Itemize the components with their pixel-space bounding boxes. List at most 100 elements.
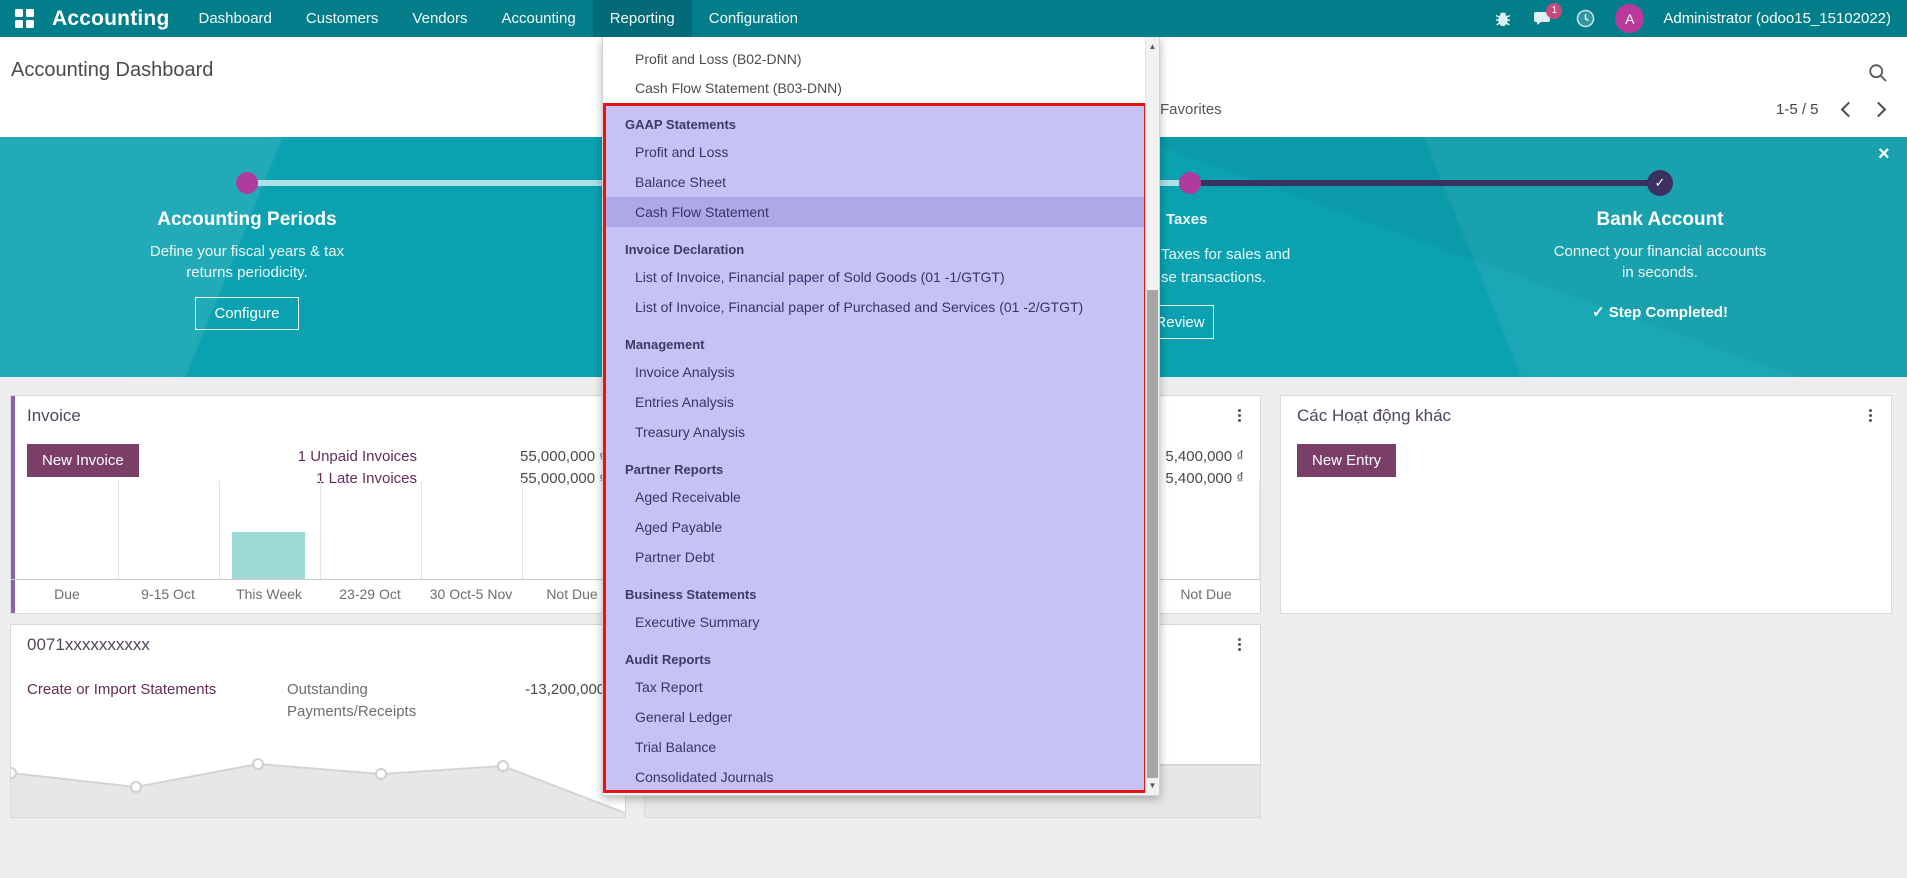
nav-item-reporting[interactable]: Reporting xyxy=(593,0,692,37)
nav-item-vendors[interactable]: Vendors xyxy=(395,0,484,37)
favorites-filter[interactable]: Favorites xyxy=(1160,101,1222,118)
page-title: Accounting Dashboard xyxy=(11,59,213,82)
card-title: Invoice xyxy=(27,406,81,426)
chart-gridline xyxy=(118,481,119,579)
menu-section-header: GAAP Statements xyxy=(603,112,1147,137)
menu-item-cashflow-b03[interactable]: Cash Flow Statement (B03-DNN) xyxy=(603,74,1147,103)
reporting-dropdown-menu: Profit and Loss (B02-DNN) Cash Flow Stat… xyxy=(602,37,1160,796)
unpaid-invoices-amount: 55,000,000 ₫ xyxy=(477,448,607,465)
step-dot-bank-account-check: ✓ xyxy=(1647,170,1673,196)
dropdown-content: Profit and Loss (B02-DNN) Cash Flow Stat… xyxy=(603,37,1147,103)
step-text-line: Define your fiscal years & tax xyxy=(87,243,407,260)
new-invoice-button[interactable]: New Invoice xyxy=(27,444,139,477)
menu-item-profit-and-loss[interactable]: Profit and Loss xyxy=(603,137,1147,167)
card-kebab-menu-icon[interactable] xyxy=(1863,406,1877,424)
step-title-taxes: Taxes xyxy=(1166,211,1207,228)
chart-gridline xyxy=(219,481,220,579)
card-kebab-menu-icon[interactable] xyxy=(1232,406,1246,424)
menu-section-header: Audit Reports xyxy=(603,647,1147,672)
menu-section-header: Partner Reports xyxy=(603,457,1147,482)
chart-gridline xyxy=(421,481,422,579)
nav-item-accounting[interactable]: Accounting xyxy=(484,0,592,37)
menu-item-balance-sheet[interactable]: Balance Sheet xyxy=(603,167,1147,197)
menu-item-profit-loss-b02[interactable]: Profit and Loss (B02-DNN) xyxy=(603,45,1147,74)
invoice-chart-bar[interactable] xyxy=(232,532,305,579)
navbar-right: 1 A Administrator (odoo15_15102022) xyxy=(1492,4,1907,33)
pager-next-icon[interactable] xyxy=(1871,102,1887,118)
dropdown-scrollbar[interactable]: ▲ ▼ xyxy=(1145,37,1159,795)
card-accent-stripe xyxy=(11,396,15,613)
menu-section-header: Management xyxy=(603,332,1147,357)
menu-item-partner-debt[interactable]: Partner Debt xyxy=(603,542,1147,572)
activities-clock-icon[interactable] xyxy=(1574,8,1596,30)
step-dot-accounting-periods xyxy=(236,172,258,194)
nav-item-dashboard[interactable]: Dashboard xyxy=(182,0,289,37)
invoice-journal-card: Invoice New Invoice 1 Unpaid Invoices 1 … xyxy=(10,395,626,614)
check-icon: ✓ xyxy=(1592,304,1605,321)
apps-grid-icon[interactable] xyxy=(15,9,34,28)
menu-item-aged-receivable[interactable]: Aged Receivable xyxy=(603,482,1147,512)
app-brand[interactable]: Accounting xyxy=(52,7,170,31)
menu-item-cash-flow-statement[interactable]: Cash Flow Statement xyxy=(603,197,1147,227)
menu-item-trial-balance[interactable]: Trial Balance xyxy=(603,732,1147,762)
misc-operations-card: Các Hoạt động khác New Entry xyxy=(1280,395,1892,614)
chart-gridline xyxy=(1259,481,1260,579)
messages-icon[interactable]: 1 xyxy=(1533,8,1555,30)
banner-close-icon[interactable]: × xyxy=(1878,143,1890,166)
scrollbar-thumb[interactable] xyxy=(1147,290,1158,778)
configure-button[interactable]: Configure xyxy=(195,297,298,330)
menu-item-treasury-analysis[interactable]: Treasury Analysis xyxy=(603,417,1147,447)
menu-item-executive-summary[interactable]: Executive Summary xyxy=(603,607,1147,637)
menu-item-consolidated-journals[interactable]: Consolidated Journals xyxy=(603,762,1147,792)
late-invoices-amount: 55,000,000 ₫ xyxy=(477,470,607,487)
search-icon[interactable] xyxy=(1868,63,1888,88)
nav-item-customers[interactable]: Customers xyxy=(289,0,396,37)
nav-menu: Dashboard Customers Vendors Accounting R… xyxy=(182,0,815,37)
user-avatar[interactable]: A xyxy=(1615,4,1644,33)
chart-baseline xyxy=(11,579,625,580)
step-dot-taxes xyxy=(1179,172,1201,194)
step-text-line: Connect your financial accounts xyxy=(1500,243,1820,260)
chart-label: 30 Oct-5 Nov xyxy=(421,586,521,602)
step-title: Bank Account xyxy=(1500,209,1820,231)
menu-item-aged-payable[interactable]: Aged Payable xyxy=(603,512,1147,542)
menu-item-tax-report[interactable]: Tax Report xyxy=(603,672,1147,702)
bank-balance-sparkline xyxy=(11,625,625,817)
debug-bug-icon[interactable] xyxy=(1492,8,1514,30)
pager-prev-icon[interactable] xyxy=(1841,102,1857,118)
progress-line-done xyxy=(1190,180,1660,186)
step-completed-label: ✓ Step Completed! xyxy=(1500,303,1820,321)
menu-item-entries-analysis[interactable]: Entries Analysis xyxy=(603,387,1147,417)
top-navbar: Accounting Dashboard Customers Vendors A… xyxy=(0,0,1907,37)
accounting-dashboard-app: Accounting Dashboard Customers Vendors A… xyxy=(0,0,1907,878)
menu-item-list-invoice-sold-goods[interactable]: List of Invoice, Financial paper of Sold… xyxy=(603,262,1147,292)
menu-section-header: Business Statements xyxy=(603,582,1147,607)
nav-item-configuration[interactable]: Configuration xyxy=(692,0,815,37)
step-text-fragment: se transactions. xyxy=(1161,269,1266,286)
step-accounting-periods: Accounting Periods Define your fiscal ye… xyxy=(87,209,407,330)
scroll-up-icon[interactable]: ▲ xyxy=(1146,42,1159,51)
chart-gridline xyxy=(522,481,523,579)
messages-count-badge: 1 xyxy=(1546,3,1562,19)
user-menu[interactable]: Administrator (odoo15_15102022) xyxy=(1663,10,1891,27)
menu-section-header: Invoice Declaration xyxy=(603,237,1147,262)
scroll-down-icon[interactable]: ▼ xyxy=(1146,781,1159,790)
step-title: Accounting Periods xyxy=(87,209,407,231)
tutorial-highlight-zone: GAAP Statements Profit and Loss Balance … xyxy=(603,103,1147,793)
chart-label: 23-29 Oct xyxy=(320,586,420,602)
card-kebab-menu-icon[interactable] xyxy=(1232,635,1246,653)
step-bank-account: Bank Account Connect your financial acco… xyxy=(1500,209,1820,321)
chart-label: 9-15 Oct xyxy=(118,586,218,602)
new-entry-button[interactable]: New Entry xyxy=(1297,444,1396,477)
menu-item-invoice-analysis[interactable]: Invoice Analysis xyxy=(603,357,1147,387)
chart-gridline xyxy=(320,481,321,579)
card-title: Các Hoạt động khác xyxy=(1297,406,1451,426)
step-text-line: in seconds. xyxy=(1500,264,1820,281)
bank-journal-card: 0071xxxxxxxxxx Create or Import Statemen… xyxy=(10,624,626,818)
unpaid-invoices-link[interactable]: 1 Unpaid Invoices xyxy=(287,448,417,465)
menu-item-list-invoice-purchased[interactable]: List of Invoice, Financial paper of Purc… xyxy=(603,292,1147,322)
pager-counter: 1-5 / 5 xyxy=(1776,101,1819,118)
chart-label: This Week xyxy=(219,586,319,602)
late-invoices-link[interactable]: 1 Late Invoices xyxy=(287,470,417,487)
menu-item-general-ledger[interactable]: General Ledger xyxy=(603,702,1147,732)
